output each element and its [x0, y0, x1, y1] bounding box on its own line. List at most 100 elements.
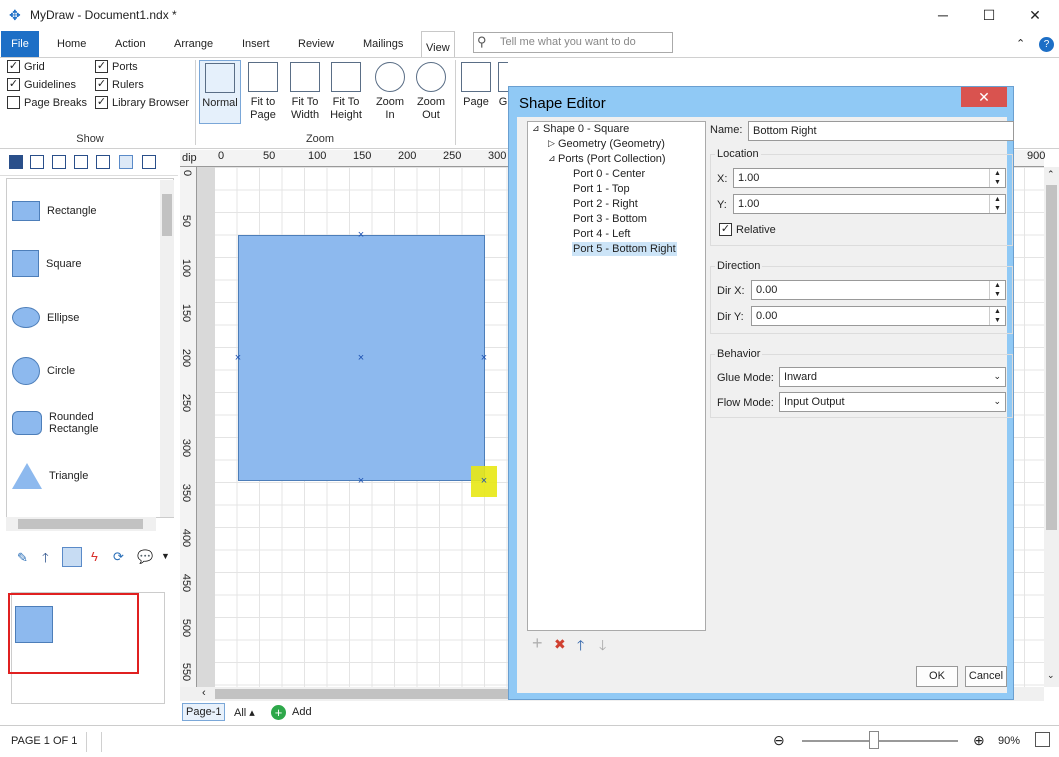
help-icon[interactable]: ? — [1039, 37, 1054, 52]
tell-me-input[interactable]: Tell me what you want to do — [473, 32, 673, 53]
page-breaks-checkbox[interactable]: Page Breaks — [7, 96, 87, 109]
tab-view[interactable]: View — [421, 31, 455, 58]
dir-y-spinner-icon[interactable]: ▲ ▼ — [989, 307, 1005, 325]
tab-home[interactable]: Home — [47, 31, 96, 57]
close-button[interactable]: ✕ — [1012, 0, 1058, 31]
scroll-down-icon[interactable]: ⌄ — [1047, 670, 1055, 681]
dialog-close-button[interactable]: ✕ — [961, 87, 1007, 107]
maximize-button[interactable]: ☐ — [966, 0, 1012, 31]
fit-page-status-icon[interactable] — [1035, 732, 1050, 747]
tab-file[interactable]: File — [1, 31, 39, 57]
port-right-marker[interactable]: × — [479, 353, 489, 364]
shape-rounded-rectangle[interactable]: Rounded Rectangle — [12, 411, 109, 435]
shape-tree[interactable]: ⊿ Shape 0 - Square ▷ Geometry (Geometry)… — [527, 121, 706, 631]
page-tab[interactable]: Page-1 — [182, 703, 226, 721]
minimize-button[interactable]: ─ — [920, 0, 966, 31]
fit-to-width-button[interactable]: Fit To Width — [285, 60, 325, 124]
y-field[interactable]: 1.00 ▲ ▼ — [733, 194, 1006, 214]
grid-checkbox[interactable]: ✓ Grid — [7, 60, 45, 73]
tab-review[interactable]: Review — [288, 31, 344, 57]
zoom-slider[interactable] — [802, 740, 958, 742]
action-tool-icon[interactable]: ϟ — [91, 549, 98, 564]
shape-triangle[interactable]: Triangle — [12, 463, 88, 489]
add-page-button[interactable]: Add — [292, 706, 312, 718]
library-vscroll[interactable] — [160, 180, 174, 517]
tree-node-port[interactable]: Port 2 - Right — [573, 198, 638, 210]
ports-checkbox[interactable]: ✓ Ports — [95, 60, 138, 73]
icons-view-icon[interactable] — [119, 155, 133, 169]
ok-button[interactable]: OK — [916, 666, 958, 687]
comment-tool-icon[interactable]: 💬 — [137, 549, 153, 565]
glue-mode-select[interactable]: Inward ⌄ — [779, 367, 1006, 387]
canvas-vscroll-thumb[interactable] — [1046, 185, 1057, 530]
page-overview[interactable] — [8, 592, 165, 704]
library-hscroll-thumb[interactable] — [18, 519, 143, 529]
collapse-ribbon-icon[interactable]: ⌃ — [1016, 37, 1025, 50]
x-field[interactable]: 1.00 ▲ ▼ — [733, 168, 1006, 188]
port-left-marker[interactable]: × — [233, 353, 243, 364]
tree-node-port-selected[interactable]: Port 5 - Bottom Right — [572, 242, 677, 256]
guidelines-checkbox[interactable]: ✓ Guidelines — [7, 78, 76, 91]
port-bottom-marker[interactable]: × — [356, 476, 366, 487]
delete-port-icon[interactable]: ✖ — [554, 636, 566, 653]
zoom-in-button[interactable]: Zoom In — [370, 60, 410, 124]
port-center-marker[interactable]: × — [356, 353, 366, 364]
normal-zoom-button[interactable]: Normal — [199, 60, 241, 124]
move-up-icon[interactable]: 🡑 — [577, 635, 584, 659]
tree-node-port[interactable]: Port 3 - Bottom — [573, 213, 647, 225]
zoom-slider-thumb[interactable] — [868, 731, 879, 749]
relative-checkbox[interactable]: ✓ Relative — [719, 223, 776, 236]
zoom-out-status-icon[interactable]: ⊖ — [773, 732, 785, 749]
edit-tool-icon[interactable]: ✎ — [17, 550, 28, 566]
list-view-icon[interactable] — [142, 155, 156, 169]
y-spinner-icon[interactable]: ▲ ▼ — [989, 195, 1005, 213]
new-library-icon[interactable] — [30, 155, 44, 169]
pointer-tool-icon[interactable]: 🡑 — [42, 549, 49, 571]
library-vscroll-thumb[interactable] — [162, 194, 172, 236]
canvas-vscroll[interactable]: ⌃ ⌄ — [1044, 167, 1059, 687]
fit-to-height-button[interactable]: Fit To Height — [326, 60, 366, 124]
dir-x-spinner-icon[interactable]: ▲ ▼ — [989, 281, 1005, 299]
rulers-checkbox[interactable]: ✓ Rulers — [95, 78, 144, 91]
tab-action[interactable]: Action — [105, 31, 156, 57]
tree-node-ports[interactable]: Ports (Port Collection) — [558, 153, 666, 165]
tab-insert[interactable]: Insert — [232, 31, 280, 57]
canvas-hscroll-thumb[interactable] — [215, 689, 515, 699]
tab-arrange[interactable]: Arrange — [164, 31, 223, 57]
fit-to-page-button[interactable]: Fit to Page — [243, 60, 283, 124]
tree-expand-icon[interactable]: ⊿ — [532, 123, 540, 134]
tree-node-port[interactable]: Port 1 - Top — [573, 183, 630, 195]
page-button[interactable]: Page — [458, 60, 494, 124]
add-port-icon[interactable]: + — [532, 634, 543, 652]
more-tools-icon[interactable]: ▼ — [161, 551, 170, 561]
tree-expand-icon[interactable]: ▷ — [548, 138, 555, 149]
tree-node-shape[interactable]: Shape 0 - Square — [543, 123, 629, 135]
tree-node-port[interactable]: Port 4 - Left — [573, 228, 630, 240]
zoom-out-button[interactable]: Zoom Out — [411, 60, 451, 124]
zoom-in-status-icon[interactable]: ⊕ — [973, 732, 985, 749]
shape-ellipse[interactable]: Ellipse — [12, 307, 79, 328]
shape-square[interactable]: Square — [12, 250, 81, 277]
shape-rectangle[interactable]: Rectangle — [12, 201, 97, 221]
library-browser-checkbox[interactable]: ✓ Library Browser — [95, 96, 189, 109]
flow-mode-select[interactable]: Input Output ⌄ — [779, 392, 1006, 412]
scroll-left-icon[interactable]: ‹ — [202, 687, 206, 699]
all-pages-button[interactable]: All ▴ — [234, 706, 255, 719]
scroll-up-icon[interactable]: ⌃ — [1047, 169, 1055, 180]
dir-x-field[interactable]: 0.00 ▲ ▼ — [751, 280, 1006, 300]
cancel-button[interactable]: Cancel — [965, 666, 1007, 687]
tab-mailings[interactable]: Mailings — [353, 31, 413, 57]
tree-expand-icon[interactable]: ⊿ — [548, 153, 556, 164]
close-library-icon[interactable] — [96, 155, 110, 169]
library-menu-icon[interactable] — [9, 155, 23, 169]
name-field[interactable]: Bottom Right — [748, 121, 1014, 141]
shape-circle[interactable]: Circle — [12, 357, 75, 385]
open-library-icon[interactable] — [52, 155, 66, 169]
move-down-icon[interactable]: 🡓 — [599, 635, 606, 659]
library-hscroll[interactable] — [6, 517, 156, 531]
tree-node-port[interactable]: Port 0 - Center — [573, 168, 645, 180]
tree-node-geometry[interactable]: Geometry (Geometry) — [558, 138, 665, 150]
dir-y-field[interactable]: 0.00 ▲ ▼ — [751, 306, 1006, 326]
port-top-marker[interactable]: × — [356, 230, 366, 241]
save-library-icon[interactable] — [74, 155, 88, 169]
